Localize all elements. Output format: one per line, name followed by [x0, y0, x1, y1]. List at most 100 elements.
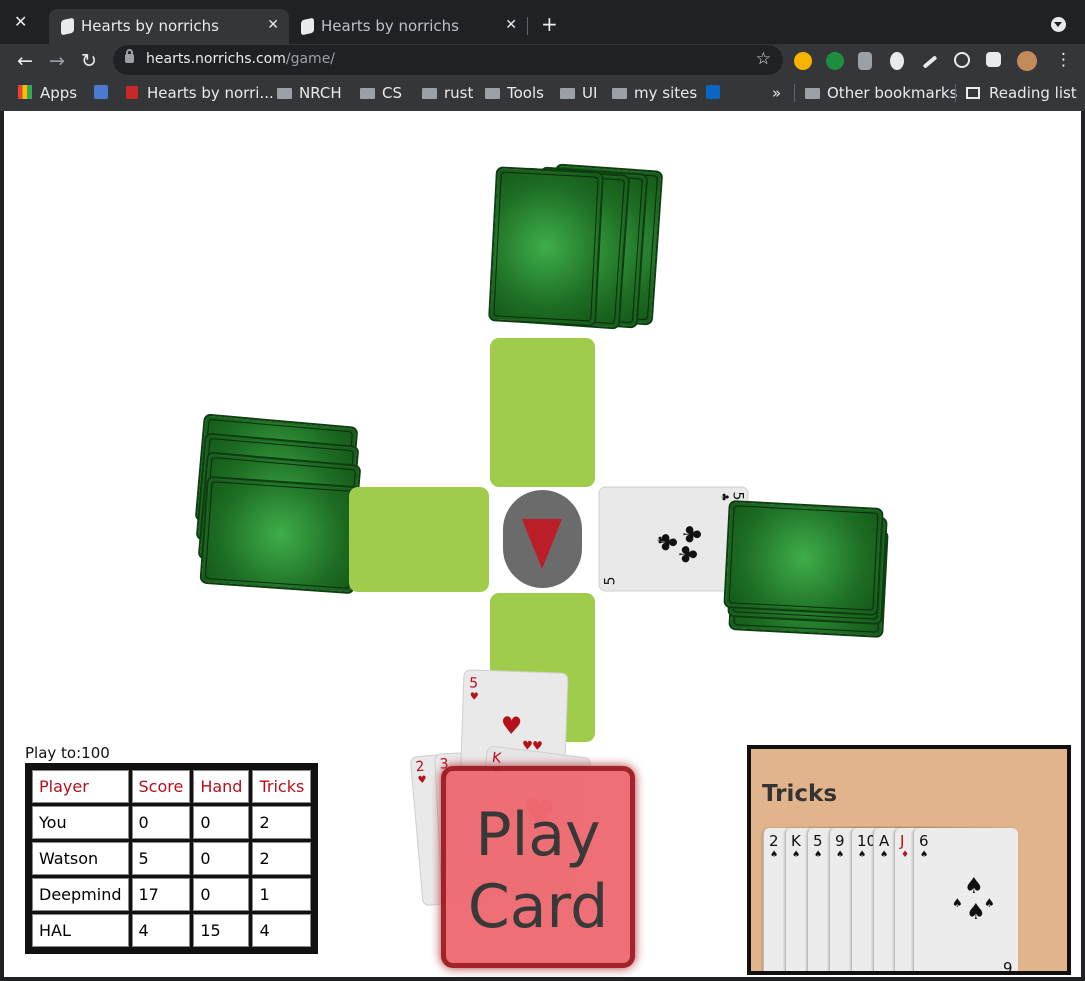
- board-icon: [94, 85, 108, 99]
- bookmark-linkedin[interactable]: [706, 84, 720, 102]
- bookmark-board-icon[interactable]: [94, 84, 108, 102]
- heart-pip-icon: ♥: [500, 711, 523, 741]
- bookmark-separator: [794, 84, 795, 102]
- turn-indicator: [503, 490, 582, 588]
- card-rank: 2: [414, 758, 426, 776]
- tab-close-icon[interactable]: ✕: [267, 17, 279, 33]
- bookmark-folder-my-sites[interactable]: my sites: [612, 84, 697, 102]
- spade-pip-icon: ♠: [964, 874, 984, 899]
- folder-icon: [560, 88, 575, 99]
- tricks-title: Tricks: [762, 781, 838, 807]
- header-hand: Hand: [193, 770, 250, 803]
- game-page: 5 ♣ ♣ ♣ ♣ ♣ 5 2 ♥ 3 ♥ 5 ♥ ♥ ♥ ♥ K ♥ ♥ K …: [4, 111, 1081, 977]
- bookmark-other[interactable]: Other bookmarks: [805, 84, 957, 102]
- bookmark-apps[interactable]: Apps: [18, 84, 77, 102]
- spade-pip-icon: ♠: [984, 896, 995, 910]
- extension-gnu-icon[interactable]: [890, 52, 904, 70]
- east-card-back: [723, 500, 884, 616]
- close-window-icon[interactable]: ✕: [14, 12, 27, 31]
- address-bar[interactable]: hearts.norrichs.com/game/ ☆: [113, 45, 783, 75]
- table-row: You 0 0 2: [32, 806, 312, 839]
- reading-list[interactable]: Reading list: [966, 84, 1077, 102]
- spade-icon: ♠: [920, 850, 929, 860]
- card-rank: 5: [468, 675, 479, 692]
- new-tab-plus-icon[interactable]: +: [541, 12, 558, 36]
- bookmark-star-icon[interactable]: ☆: [756, 49, 771, 69]
- favicon-icon: [301, 17, 314, 36]
- bookmark-folder-tools[interactable]: Tools: [485, 84, 544, 102]
- club-icon: ♣: [718, 492, 730, 502]
- tab-hearts-active[interactable]: Hearts by norrichs ✕: [49, 9, 289, 44]
- table-row: HAL 4 15 4: [32, 914, 312, 947]
- bookmark-hearts[interactable]: Hearts by norri...: [126, 84, 274, 102]
- bookmarks-overflow-icon[interactable]: »: [772, 84, 781, 102]
- play-to-label: Play to:100: [25, 744, 110, 762]
- bookmark-folder-cs[interactable]: CS: [360, 84, 402, 102]
- tab-search-icon[interactable]: [1051, 17, 1066, 32]
- play-card-button[interactable]: Play Card: [441, 766, 635, 968]
- card-rank: 6: [919, 832, 929, 850]
- tab-separator: [527, 17, 528, 35]
- forward-arrow-icon[interactable]: →: [49, 50, 65, 72]
- table-row: Watson 5 0 2: [32, 842, 312, 875]
- tab-close-icon[interactable]: ✕: [505, 17, 517, 33]
- heart-icon: ♥: [469, 691, 479, 703]
- spade-pip-icon: ♠: [952, 896, 963, 910]
- back-arrow-icon[interactable]: ←: [17, 50, 33, 72]
- cell-hand: 0: [193, 806, 250, 839]
- spade-pip-icon: ♠: [966, 900, 986, 925]
- spade-icon: ♠: [770, 850, 779, 860]
- play-button-line1: Play: [475, 800, 601, 870]
- folder-icon: [612, 88, 627, 99]
- favicon-icon: [61, 17, 74, 36]
- cell-player: Watson: [32, 842, 129, 875]
- tab-title: Hearts by norrichs: [321, 17, 459, 35]
- play-button-line2: Card: [467, 872, 609, 942]
- header-score: Score: [131, 770, 191, 803]
- cell-tricks: 2: [252, 842, 312, 875]
- cell-tricks: 2: [252, 806, 312, 839]
- cell-score: 17: [131, 878, 191, 911]
- bookmarks-bar: Apps Hearts by norri... NRCH CS rust Too…: [0, 79, 1085, 109]
- card-rank: A: [879, 832, 890, 850]
- extension-react-icon[interactable]: [954, 52, 970, 68]
- apps-grid-icon: [18, 85, 32, 99]
- reload-icon[interactable]: ↻: [81, 50, 97, 72]
- north-play-slot: [490, 338, 595, 487]
- tricks-panel: Tricks 2 ♠ K ♠ 5 ♠ 9 ♠ 10 ♠ A ♠ J ♦ 6 ♠ ♠ ♠ ♠ ♠ 6: [747, 745, 1071, 975]
- cell-score: 0: [131, 806, 191, 839]
- lock-icon: [125, 49, 134, 63]
- table-row: Deepmind 17 0 1: [32, 878, 312, 911]
- cell-player: Deepmind: [32, 878, 129, 911]
- profile-avatar[interactable]: [1017, 51, 1037, 71]
- url-text: hearts.norrichs.com/game/: [146, 51, 336, 67]
- tab-title: Hearts by norrichs: [81, 17, 219, 35]
- extension-compass-icon[interactable]: [794, 52, 812, 70]
- bookmark-folder-rust[interactable]: rust: [422, 84, 473, 102]
- bookmark-folder-ui[interactable]: UI: [560, 84, 597, 102]
- cell-player: You: [32, 806, 129, 839]
- browser-chrome: ✕ Hearts by norrichs ✕ Hearts by norrich…: [0, 0, 1085, 111]
- spade-icon: ♠: [836, 850, 845, 860]
- cell-score: 5: [131, 842, 191, 875]
- card-rank: J: [900, 832, 905, 850]
- cell-tricks: 4: [252, 914, 312, 947]
- card-rank: 9: [835, 832, 845, 850]
- extension-doc-icon[interactable]: [858, 52, 872, 70]
- cell-player: HAL: [32, 914, 129, 947]
- card-rank: 6: [1003, 958, 1013, 975]
- extensions-puzzle-icon[interactable]: [986, 52, 1001, 67]
- bookmark-separator: [955, 84, 956, 102]
- heart-icon: ♥: [417, 774, 428, 787]
- menu-kebab-icon[interactable]: ⋮: [1055, 50, 1072, 70]
- club-pip-icon: ♣: [673, 543, 702, 566]
- spade-icon: ♠: [814, 850, 823, 860]
- extension-pen-icon[interactable]: [922, 55, 938, 69]
- header-player: Player: [32, 770, 129, 803]
- card-rank: 2: [769, 832, 779, 850]
- extension-grammarly-icon[interactable]: [826, 52, 844, 70]
- trick-card: 6 ♠ ♠ ♠ ♠ ♠ 6: [913, 828, 1018, 975]
- tab-hearts-inactive[interactable]: Hearts by norrichs ✕: [289, 9, 527, 44]
- folder-icon: [485, 88, 500, 99]
- bookmark-folder-nrch[interactable]: NRCH: [277, 84, 342, 102]
